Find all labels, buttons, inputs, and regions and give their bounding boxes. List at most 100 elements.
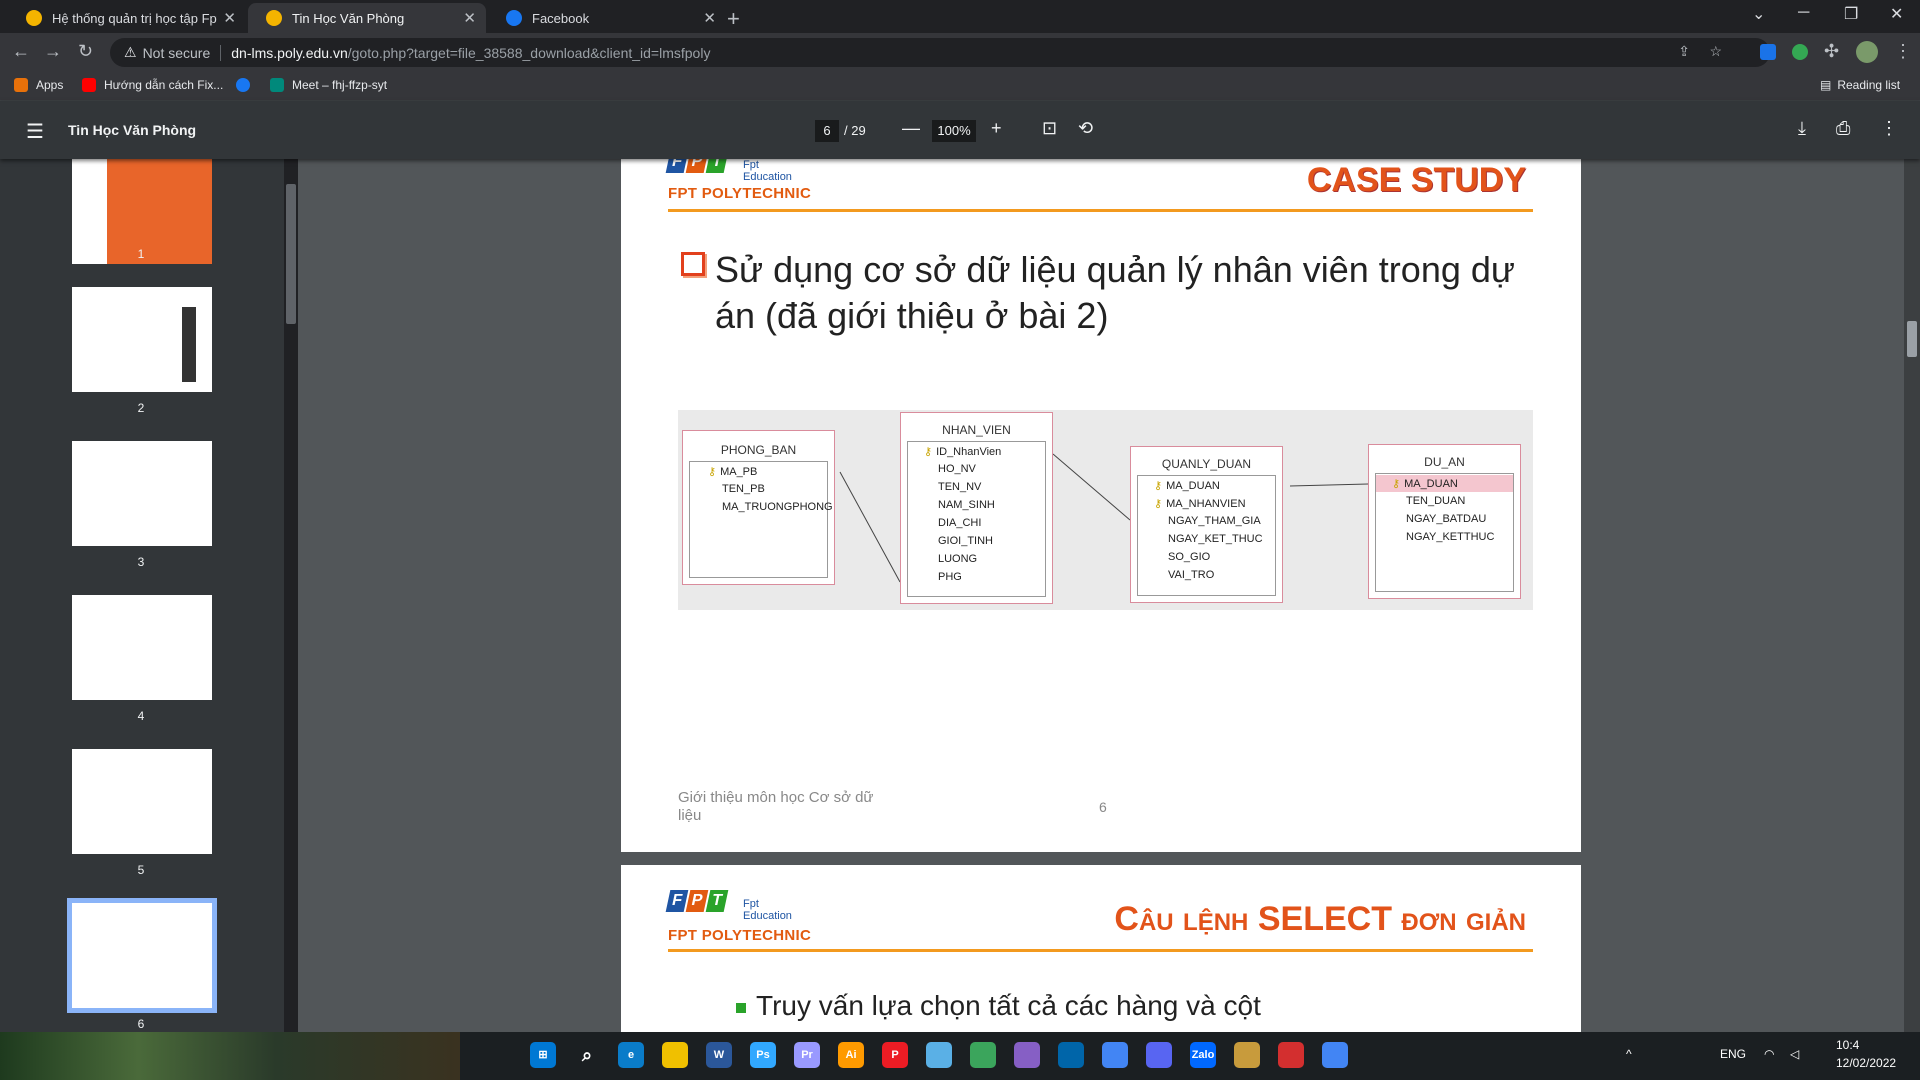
- close-tab-icon[interactable]: ✕: [223, 9, 236, 27]
- minimize-icon[interactable]: ─: [1798, 4, 1809, 22]
- photoshop-icon[interactable]: Ps: [750, 1042, 776, 1068]
- tray-chevron-icon[interactable]: ^: [1626, 1047, 1632, 1061]
- field: SO_GIO: [1168, 551, 1211, 563]
- app-icon[interactable]: [1278, 1042, 1304, 1068]
- field: ⚷ MA_DUAN: [1154, 480, 1220, 492]
- app-icon[interactable]: [926, 1042, 952, 1068]
- bookmark-star-icon[interactable]: ☆: [1709, 43, 1722, 60]
- language-indicator[interactable]: ENG: [1720, 1047, 1746, 1061]
- close-window-icon[interactable]: ✕: [1890, 4, 1903, 24]
- zoom-in-icon[interactable]: +: [991, 118, 1002, 139]
- thumbnail-page-3[interactable]: [72, 441, 212, 546]
- forward-icon[interactable]: →: [44, 41, 62, 62]
- chrome-icon[interactable]: [1322, 1042, 1348, 1068]
- file-explorer-icon[interactable]: [662, 1042, 688, 1068]
- tab-facebook[interactable]: Facebook ✕: [488, 3, 726, 33]
- facebook-icon: [236, 78, 250, 92]
- table-title: QUANLY_DUAN: [1161, 457, 1252, 471]
- url-path: /goto.php?target=file_38588_download&cli…: [347, 44, 711, 61]
- thumbnail-page-4[interactable]: [72, 595, 212, 700]
- field: TEN_PB: [722, 483, 765, 495]
- lms-favicon-icon: [266, 10, 282, 26]
- tab-search-icon[interactable]: ⌄: [1752, 4, 1765, 24]
- reading-list[interactable]: ▤ Reading list: [1820, 78, 1900, 92]
- checkbox-bullet-icon: [681, 252, 705, 276]
- word-icon[interactable]: W: [706, 1042, 732, 1068]
- clock-time[interactable]: 10:4: [1836, 1038, 1859, 1052]
- pdf-title: Tin Học Văn Phòng: [68, 122, 197, 138]
- field: TEN_DUAN: [1406, 495, 1466, 507]
- pdf-page-6: FPT Fpt Education FPT POLYTECHNIC CASE S…: [621, 159, 1581, 852]
- reading-list-label: Reading list: [1837, 78, 1901, 92]
- powerpoint-icon[interactable]: P: [882, 1042, 908, 1068]
- table-fields: ⚷ MA_DUAN TEN_DUAN NGAY_BATDAU NGAY_KETTH…: [1375, 473, 1514, 592]
- slide-footer: Giới thiệu môn học Cơ sở dữ liệu: [678, 789, 874, 824]
- more-options-icon[interactable]: ⋮: [1880, 118, 1898, 139]
- viewer-scrollbar[interactable]: [1904, 159, 1920, 1032]
- avatar[interactable]: [1856, 41, 1878, 63]
- vscode-icon[interactable]: [1058, 1042, 1084, 1068]
- discord-icon[interactable]: [1146, 1042, 1172, 1068]
- zalo-icon[interactable]: Zalo: [1190, 1042, 1216, 1068]
- address-bar[interactable]: ⚠ Not secure dn-lms.poly.edu.vn /goto.ph…: [110, 38, 1770, 67]
- start-icon[interactable]: ⊞: [530, 1042, 556, 1068]
- separator: [220, 44, 222, 61]
- table-title: PHONG_BAN: [720, 443, 797, 457]
- wifi-icon[interactable]: ◠: [1764, 1047, 1774, 1061]
- thumbnail-page-5[interactable]: [72, 749, 212, 854]
- download-icon[interactable]: ⤓: [1798, 118, 1806, 139]
- chrome-icon[interactable]: [1102, 1042, 1128, 1068]
- bookmark-facebook[interactable]: [236, 78, 258, 92]
- zoom-input[interactable]: 100%: [932, 120, 976, 142]
- share-icon[interactable]: ⇪: [1678, 43, 1690, 60]
- sidebar-scroll-thumb[interactable]: [286, 184, 296, 324]
- tab-lms[interactable]: Hệ thống quản trị học tập Fpt Po ✕: [8, 3, 246, 33]
- game-icon[interactable]: [1234, 1042, 1260, 1068]
- tab-tin-hoc[interactable]: Tin Học Văn Phòng ✕: [248, 3, 486, 33]
- maximize-icon[interactable]: ❐: [1844, 4, 1858, 24]
- menu-dots-icon[interactable]: ⋮: [1894, 41, 1912, 62]
- bookmark-label: Apps: [36, 78, 64, 92]
- clock-date[interactable]: 12/02/2022: [1836, 1056, 1896, 1070]
- fpt-education-label: Fpt Education: [743, 159, 792, 183]
- edge-icon[interactable]: e: [618, 1042, 644, 1068]
- thumbnail-label: 6: [137, 1017, 145, 1031]
- fit-page-icon[interactable]: ⊡: [1042, 118, 1057, 139]
- table-title: DU_AN: [1424, 455, 1465, 469]
- visual-studio-icon[interactable]: [1014, 1042, 1040, 1068]
- search-icon[interactable]: ⌕: [574, 1042, 600, 1068]
- close-tab-icon[interactable]: ✕: [463, 9, 476, 27]
- field: ⚷ MA_DUAN: [1392, 478, 1458, 490]
- page-number-input[interactable]: 6: [815, 120, 839, 142]
- erd-diagram: PHONG_BAN ⚷ MA_PB TEN_PB MA_TRUONGPHONG N…: [678, 410, 1533, 610]
- zoom-out-icon[interactable]: —: [902, 118, 920, 139]
- bookmark-meet[interactable]: Meet – fhj-ffzp-syt: [270, 78, 387, 92]
- key-icon: ⚷: [1154, 480, 1163, 492]
- reload-icon[interactable]: ↻: [78, 41, 93, 62]
- print-icon[interactable]: ⎙: [1836, 118, 1850, 139]
- viewer-scroll-thumb[interactable]: [1907, 321, 1917, 357]
- puzzle-extensions-icon[interactable]: ✣: [1824, 41, 1839, 62]
- reading-list-icon: ▤: [1820, 78, 1832, 92]
- thumbnail-page-2[interactable]: [72, 287, 212, 392]
- bookmark-apps[interactable]: Apps: [14, 78, 63, 92]
- extension-icon[interactable]: [1760, 44, 1776, 60]
- volume-icon[interactable]: ◁: [1790, 1047, 1799, 1061]
- illustrator-icon[interactable]: Ai: [838, 1042, 864, 1068]
- back-icon[interactable]: ←: [12, 41, 30, 62]
- extension-icon[interactable]: [1792, 44, 1808, 60]
- thumbnail-page-6[interactable]: [67, 898, 217, 1013]
- bookmark-youtube[interactable]: Hướng dẫn cách Fix...: [82, 78, 223, 92]
- windows-taskbar: ⊞ ⌕ e W Ps Pr Ai P Zalo ^ ENG ◠ ◁ 10:4 1…: [0, 1032, 1920, 1080]
- rotate-icon[interactable]: ⟲: [1078, 118, 1093, 139]
- app-icon[interactable]: [970, 1042, 996, 1068]
- table-phong-ban: PHONG_BAN ⚷ MA_PB TEN_PB MA_TRUONGPHONG: [682, 430, 835, 585]
- premiere-icon[interactable]: Pr: [794, 1042, 820, 1068]
- close-tab-icon[interactable]: ✕: [703, 9, 716, 27]
- polytechnic-label: FPT POLYTECHNIC: [668, 927, 812, 944]
- table-fields: ⚷ MA_DUAN ⚷ MA_NHANVIEN NGAY_THAM_GIA NGAY…: [1137, 475, 1276, 596]
- thumbnail-label: 1: [137, 247, 145, 261]
- apps-grid-icon: [14, 78, 28, 92]
- sidebar-menu-icon[interactable]: ☰: [26, 119, 44, 144]
- new-tab-icon[interactable]: +: [727, 6, 740, 32]
